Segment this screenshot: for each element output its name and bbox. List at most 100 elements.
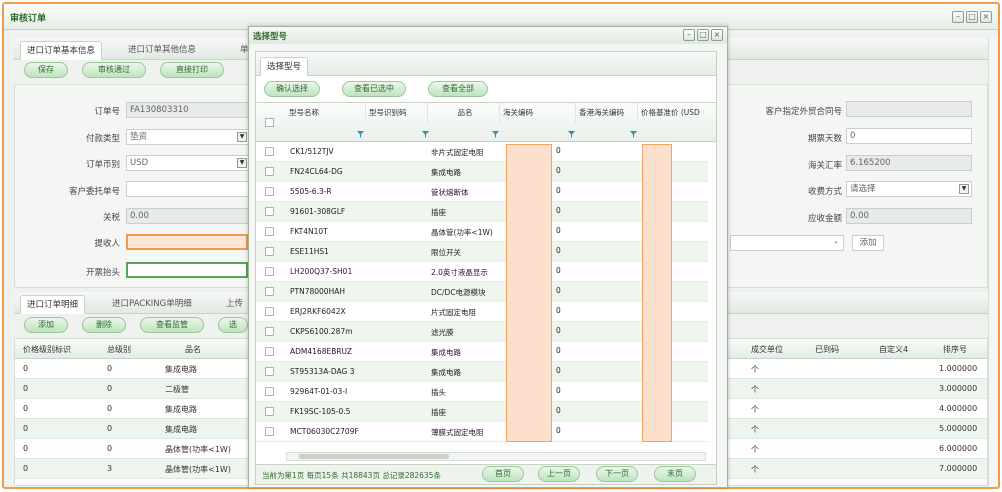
- table-row[interactable]: 92964T-01-03-I 插头 0: [256, 382, 708, 402]
- filter-icon[interactable]: [357, 131, 364, 138]
- prev-page-button[interactable]: 上一页: [538, 466, 580, 482]
- first-page-button[interactable]: 首页: [482, 466, 524, 482]
- table-row[interactable]: 91601-308GLF 插座 0: [256, 202, 708, 222]
- tab-select-model[interactable]: 选择型号: [260, 57, 309, 76]
- add-row-button[interactable]: 添加: [24, 317, 68, 333]
- chevron-down-icon[interactable]: ⌄: [831, 238, 841, 248]
- tab-packing-detail[interactable]: 进口PACKING单明细: [106, 295, 198, 314]
- receiver-field[interactable]: [126, 234, 248, 250]
- col-model-code[interactable]: 型号识别码: [366, 103, 428, 123]
- days-field[interactable]: 0: [846, 128, 972, 144]
- order-no-field[interactable]: FA130803310: [126, 102, 250, 118]
- confirm-select-button[interactable]: 确认选择: [264, 81, 320, 97]
- minimize-icon[interactable]: –: [952, 11, 964, 23]
- extra-select[interactable]: ⌄: [730, 235, 844, 251]
- col-unit[interactable]: 成交单位: [751, 344, 783, 355]
- filter-icon[interactable]: [422, 131, 429, 138]
- row-checkbox[interactable]: [265, 187, 274, 196]
- col-arrived[interactable]: 已到码: [815, 344, 839, 355]
- chevron-down-icon[interactable]: ▼: [959, 184, 969, 194]
- dialog-titlebar[interactable]: 选择型号 – □ ×: [249, 27, 727, 44]
- print-button[interactable]: 直接打印: [160, 62, 224, 78]
- tab-order-detail[interactable]: 进口订单明细: [20, 295, 86, 314]
- rate-field[interactable]: 6.165200: [846, 155, 972, 171]
- horizontal-scrollbar[interactable]: [286, 452, 706, 461]
- collect-select[interactable]: 请选择 ▼: [846, 181, 972, 197]
- chevron-down-icon[interactable]: ▼: [237, 132, 247, 142]
- scrollbar-thumb[interactable]: [299, 454, 449, 459]
- receivable-field[interactable]: 0.00: [846, 208, 972, 224]
- last-page-button[interactable]: 末页: [654, 466, 696, 482]
- col-hs-code[interactable]: 海关编码: [500, 103, 576, 123]
- view-all-button[interactable]: 查看全部: [428, 81, 488, 97]
- table-row[interactable]: CKPS6100.287m 滤光膜 0: [256, 322, 708, 342]
- tariff-field[interactable]: 0.00: [126, 208, 250, 224]
- table-row[interactable]: ST95313A-DAG 3 集成电路 0: [256, 362, 708, 382]
- row-checkbox[interactable]: [265, 267, 274, 276]
- save-button[interactable]: 保存: [24, 62, 68, 78]
- row-checkbox[interactable]: [265, 347, 274, 356]
- restore-icon[interactable]: □: [966, 11, 978, 23]
- add-small-button[interactable]: 添加: [852, 235, 884, 251]
- table-row[interactable]: LH200Q37-SH01 2.0英寸液晶显示 0: [256, 262, 708, 282]
- view-selected-button[interactable]: 查看已选中: [342, 81, 406, 97]
- table-row[interactable]: ADM4168EBRUZ 集成电路 0: [256, 342, 708, 362]
- close-icon[interactable]: ×: [711, 29, 723, 41]
- table-row[interactable]: PTN78000HAH DC/DC电源模块 0: [256, 282, 708, 302]
- row-checkbox[interactable]: [265, 407, 274, 416]
- chevron-down-icon[interactable]: ▼: [237, 158, 247, 168]
- currency-select[interactable]: USD ▼: [126, 155, 250, 171]
- row-checkbox[interactable]: [265, 167, 274, 176]
- approve-button[interactable]: 审核通过: [82, 62, 146, 78]
- table-row[interactable]: FKT4N10T 晶体管(功率<1W) 0: [256, 222, 708, 242]
- col-hk-hs-code[interactable]: 香港海关编码: [576, 103, 638, 123]
- table-row[interactable]: FK19SC-105-0.5 插座 0: [256, 402, 708, 422]
- col-model-name[interactable]: 型号名称: [286, 103, 366, 123]
- close-icon[interactable]: ×: [980, 11, 992, 23]
- delete-row-button[interactable]: 删除: [82, 317, 126, 333]
- col-product-name[interactable]: 品名: [428, 103, 500, 123]
- tab-basic-info[interactable]: 进口订单基本信息: [20, 41, 103, 60]
- col-total-level[interactable]: 总级别: [107, 344, 131, 355]
- col-sort[interactable]: 排序号: [943, 344, 967, 355]
- filter-icon[interactable]: [492, 131, 499, 138]
- table-row[interactable]: FN24CL64-DG 集成电路 0: [256, 162, 708, 182]
- next-page-button[interactable]: 下一页: [596, 466, 638, 482]
- pay-type-select[interactable]: 垫资 ▼: [126, 129, 250, 145]
- table-row[interactable]: ERJ2RKF6042X 片式固定电阻 0: [256, 302, 708, 322]
- client-po-field[interactable]: [126, 181, 250, 197]
- row-checkbox[interactable]: [265, 427, 274, 436]
- filter-icon[interactable]: [630, 131, 637, 138]
- invoice-field[interactable]: [126, 262, 248, 278]
- row-checkbox[interactable]: [265, 207, 274, 216]
- restore-icon[interactable]: □: [697, 29, 709, 41]
- minimize-icon[interactable]: –: [683, 29, 695, 41]
- row-checkbox[interactable]: [265, 227, 274, 236]
- col-base-price[interactable]: 价格基准价 (USD: [638, 103, 716, 123]
- vertical-scrollbar[interactable]: [988, 38, 998, 486]
- client-contract-field[interactable]: [846, 101, 972, 117]
- tab-upload[interactable]: 上传: [220, 295, 249, 314]
- col-product-name[interactable]: 品名: [185, 344, 201, 355]
- cell: 0: [107, 424, 113, 433]
- row-checkbox[interactable]: [265, 387, 274, 396]
- col-custom4[interactable]: 自定义4: [879, 344, 908, 355]
- row-checkbox[interactable]: [265, 307, 274, 316]
- col-price-level[interactable]: 价格级别标识: [23, 344, 71, 355]
- select-all-checkbox[interactable]: [265, 118, 274, 127]
- row-checkbox[interactable]: [265, 327, 274, 336]
- filter-icon[interactable]: [568, 131, 575, 138]
- cell: 个: [751, 405, 759, 414]
- cell: 0: [23, 424, 29, 433]
- table-row[interactable]: CK1/512TJV 非片式固定电阻 0: [256, 142, 708, 162]
- tab-other-info[interactable]: 进口订单其他信息: [122, 41, 202, 60]
- table-row[interactable]: MCT06030C2709F 薄膜式固定电阻 0: [256, 422, 708, 442]
- view-supervision-button[interactable]: 查看监管: [140, 317, 204, 333]
- row-checkbox[interactable]: [265, 147, 274, 156]
- select-button[interactable]: 选: [218, 317, 248, 333]
- row-checkbox[interactable]: [265, 367, 274, 376]
- row-checkbox[interactable]: [265, 287, 274, 296]
- row-checkbox[interactable]: [265, 247, 274, 256]
- table-row[interactable]: ESE11HS1 限位开关 0: [256, 242, 708, 262]
- table-row[interactable]: 5505-6.3-R 管状熔断体 0: [256, 182, 708, 202]
